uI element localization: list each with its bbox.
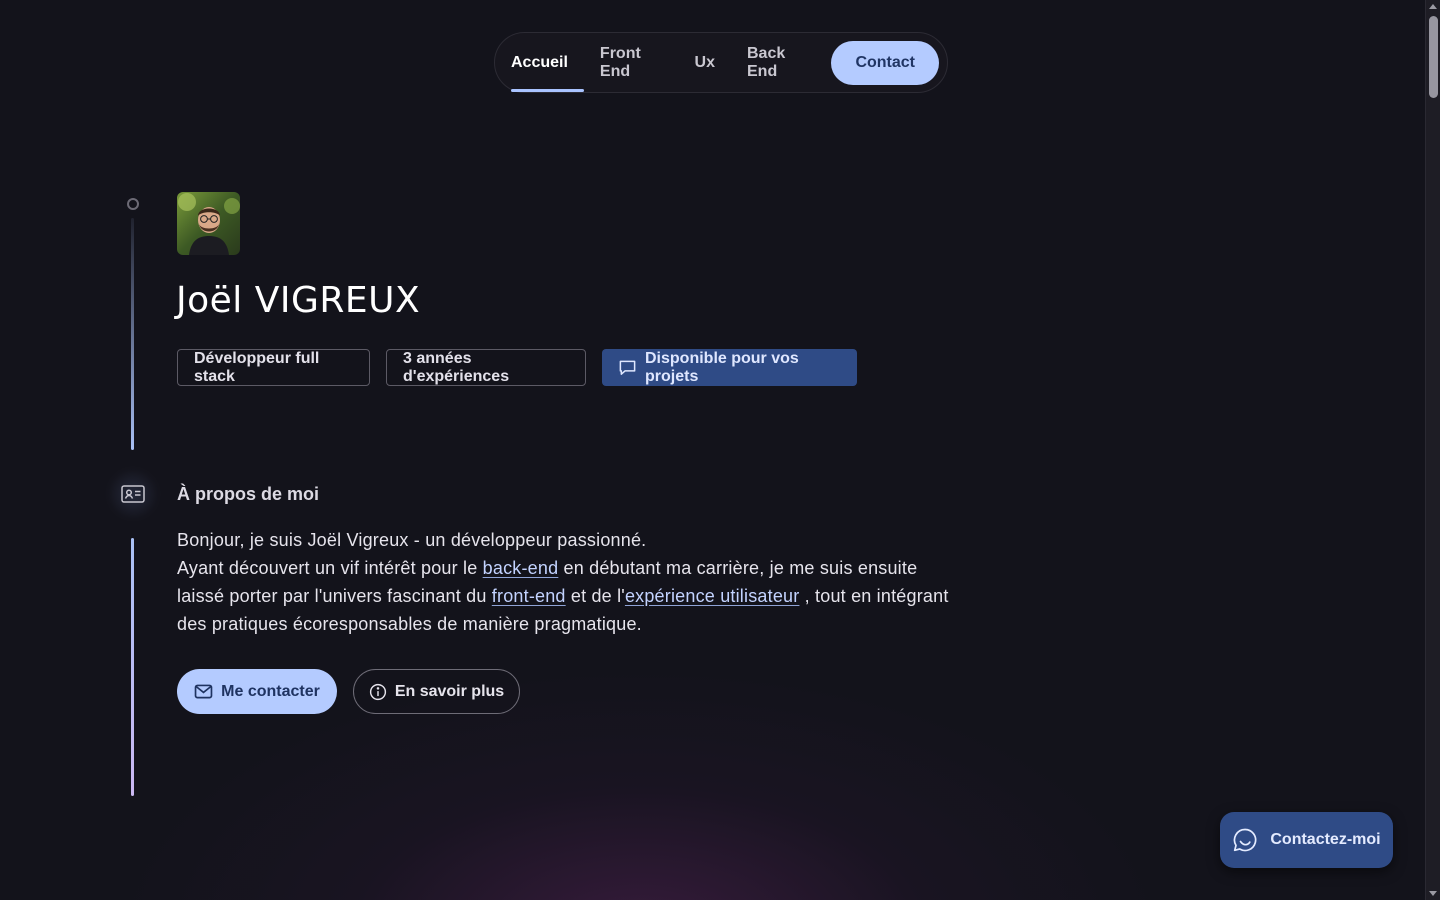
learn-more-label: En savoir plus — [394, 682, 505, 700]
scrollbar-thumb[interactable] — [1429, 16, 1438, 98]
id-card-icon — [105, 466, 161, 522]
nav-item-accueil[interactable]: Accueil — [495, 34, 584, 92]
main-nav: Accueil Front End Ux Back End Contact — [494, 32, 948, 93]
role-chip: Développeur full stack — [177, 349, 370, 386]
nav-item-front-end[interactable]: Front End — [584, 34, 679, 92]
back-end-link[interactable]: back-end — [483, 558, 559, 578]
contact-me-button[interactable]: Me contacter — [177, 669, 337, 714]
timeline-line — [131, 218, 134, 450]
scroll-up-arrow-icon[interactable] — [1429, 4, 1437, 9]
experience-chip: 3 années d'expériences — [386, 349, 586, 386]
about-intro-line: Bonjour, je suis Joël Vigreux - un dével… — [177, 530, 647, 550]
nav-item-ux[interactable]: Ux — [679, 34, 731, 92]
nav-item-back-end[interactable]: Back End — [731, 34, 823, 92]
learn-more-button[interactable]: En savoir plus — [353, 669, 520, 714]
experience-chip-label: 3 années d'expériences — [403, 349, 510, 385]
timeline-start-dot — [127, 198, 139, 210]
page-title: Joël VIGREUX — [176, 280, 421, 321]
availability-chip-label: Disponible pour vos projets — [645, 349, 799, 385]
timeline-line — [131, 538, 134, 796]
contact-fab-label: Contactez-moi — [1270, 831, 1381, 848]
role-chip-label: Développeur full stack — [194, 349, 320, 385]
contact-me-label: Me contacter — [221, 682, 320, 700]
contact-fab[interactable]: Contactez-moi — [1220, 812, 1393, 868]
mail-icon — [194, 684, 213, 699]
about-text-part: et de l' — [565, 586, 625, 606]
scroll-down-arrow-icon[interactable] — [1429, 891, 1437, 896]
avatar — [177, 192, 240, 255]
availability-chip[interactable]: Disponible pour vos projets — [602, 349, 857, 386]
about-section-title: À propos de moi — [177, 484, 320, 504]
chat-bubble-icon — [618, 358, 637, 377]
about-text-part: Ayant découvert un vif intérêt pour le — [177, 558, 483, 578]
nav-contact-button[interactable]: Contact — [831, 40, 939, 85]
scrollbar[interactable] — [1425, 0, 1440, 900]
whatsapp-chat-icon — [1232, 827, 1258, 853]
front-end-link[interactable]: front-end — [492, 586, 566, 606]
about-text: Bonjour, je suis Joël Vigreux - un dével… — [177, 526, 957, 638]
info-icon — [369, 683, 387, 701]
ux-link[interactable]: expérience utilisateur — [625, 586, 800, 606]
